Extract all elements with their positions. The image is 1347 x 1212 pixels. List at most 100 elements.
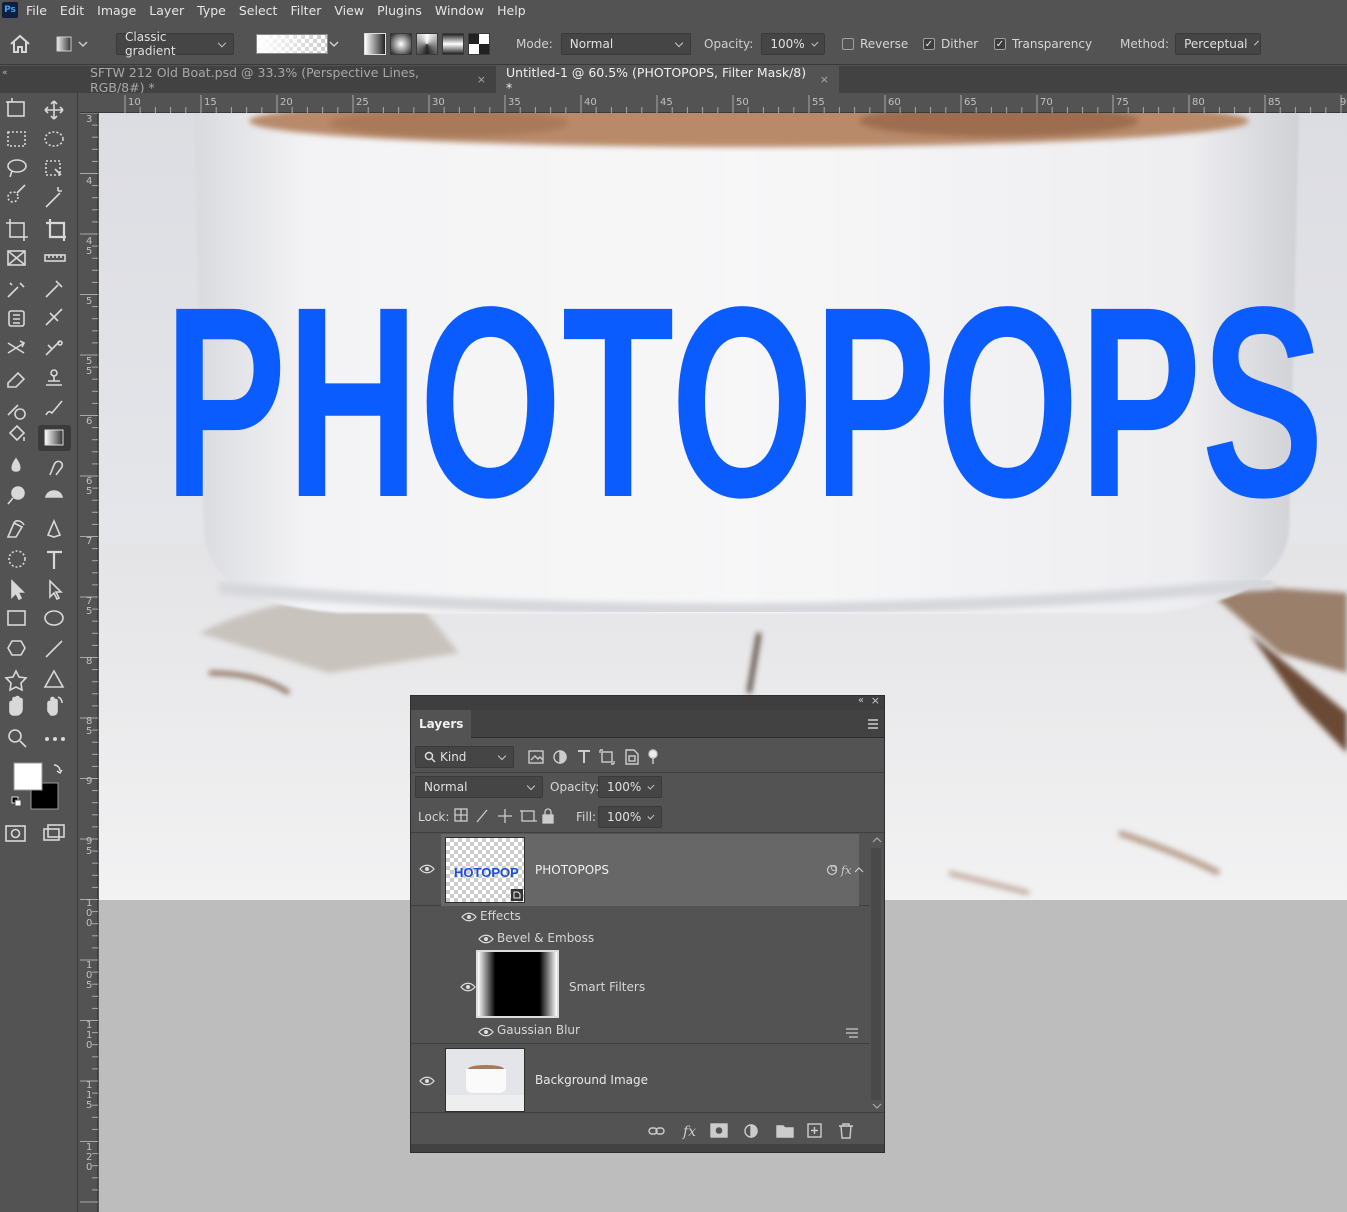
layer-name[interactable]: PHOTOPOPS (535, 863, 609, 877)
collapse-icon[interactable]: « (858, 695, 864, 706)
eye-icon[interactable] (478, 1027, 494, 1037)
direct-selection-icon (49, 579, 63, 601)
bevel-emboss-label: Bevel & Emboss (497, 931, 595, 945)
home-button[interactable] (8, 33, 32, 55)
layer-badges: fx (826, 864, 864, 877)
search-icon (424, 751, 436, 763)
frame-x-icon (7, 250, 26, 266)
ruler-label: 70 (1040, 97, 1053, 108)
scroll-up-icon (872, 837, 882, 843)
reverse-checkbox[interactable]: Reverse (842, 33, 908, 55)
reflected-gradient-button[interactable] (442, 33, 464, 55)
menu-select[interactable]: Select (239, 3, 278, 18)
diamond-gradient-button[interactable] (468, 33, 490, 55)
effects-row[interactable]: Effects (411, 906, 870, 928)
lock-icons (454, 808, 554, 824)
panel-resize-grip[interactable] (411, 1144, 884, 1152)
custom-shape-icon (4, 669, 28, 692)
filter-icons (528, 749, 658, 765)
layer-list-scrollbar[interactable] (870, 834, 884, 1112)
gradient-swatch[interactable] (256, 33, 342, 55)
tool-preset-picker[interactable] (55, 33, 89, 55)
paint-bucket-icon (8, 424, 26, 442)
ruler-label: 1 2 0 (86, 1142, 93, 1173)
dither-checkbox[interactable]: ✓ Dither (923, 33, 978, 55)
angle-gradient-button[interactable] (416, 33, 438, 55)
eyedropper-icon (45, 280, 63, 298)
menu-filter[interactable]: Filter (290, 3, 321, 18)
tab-layers[interactable]: Layers (411, 710, 472, 738)
close-icon[interactable]: × (477, 73, 486, 86)
ruler-label: 85 (1268, 97, 1281, 108)
eye-icon[interactable] (460, 982, 476, 992)
rotate-view-icon (47, 696, 63, 716)
scroll-down-icon (872, 1103, 882, 1109)
layer-filter-dropdown[interactable]: Kind (415, 746, 514, 768)
ruler-label: 35 (508, 97, 521, 108)
ruler-label: 8 (86, 656, 93, 667)
panel-menu-icon[interactable] (866, 718, 880, 730)
ruler-label: 5 5 (86, 356, 93, 377)
lock-all-icon (542, 808, 554, 824)
curvature-pen-icon (6, 520, 25, 538)
menu-layer[interactable]: Layer (149, 3, 184, 18)
opacity-dropdown[interactable]: 100% (761, 33, 826, 55)
lock-position-icon (498, 809, 512, 823)
eye-icon[interactable] (478, 934, 494, 944)
menu-window[interactable]: Window (435, 3, 484, 18)
radial-gradient-button[interactable] (390, 33, 412, 55)
panel-titlebar[interactable]: « × (411, 694, 884, 710)
dither-label: Dither (941, 37, 979, 51)
layers-panel: « × Layers Kind Normal Opacity: 100% Loc… (410, 694, 885, 1153)
reverse-label: Reverse (860, 37, 909, 51)
menu-help[interactable]: Help (497, 3, 526, 18)
ruler-label: 4 5 (86, 236, 93, 257)
eye-icon[interactable] (419, 1076, 435, 1086)
close-icon[interactable]: × (820, 73, 829, 86)
blend-mode-dropdown[interactable]: Normal (415, 776, 543, 798)
tool-icons (4, 98, 71, 842)
transparency-checkbox[interactable]: ✓ Transparency (994, 33, 1092, 55)
ruler-label: 3 (86, 114, 93, 125)
menu-plugins[interactable]: Plugins (377, 3, 422, 18)
layer-name[interactable]: Background Image (535, 1073, 648, 1087)
ruler-label: 1 0 0 (86, 898, 93, 929)
gaussian-blur-row[interactable]: Gaussian Blur (411, 1020, 870, 1044)
fill-dropdown[interactable]: 100% (598, 806, 662, 828)
fill-value: 100% (607, 810, 642, 824)
opacity-label: Opacity: (704, 37, 754, 51)
blending-options-icon[interactable] (845, 1027, 859, 1039)
layer-row-photopops[interactable]: HOTOPOP PHOTOPOPS fx (411, 834, 870, 906)
tab-untitled-1[interactable]: Untitled-1 @ 60.5% (PHOTOPOPS, Filter Ma… (496, 65, 839, 95)
gradient-preset-dropdown[interactable]: Classic gradient (116, 30, 234, 58)
bevel-emboss-row[interactable]: Bevel & Emboss (411, 928, 870, 950)
menu-image[interactable]: Image (97, 3, 136, 18)
eye-icon[interactable] (461, 912, 477, 922)
method-dropdown[interactable]: Perceptual (1175, 33, 1262, 55)
ruler-label: 20 (280, 97, 293, 108)
add-mask-icon (710, 1123, 728, 1138)
menu-view[interactable]: View (334, 3, 364, 18)
path-selection-icon (11, 579, 25, 601)
ruler-label: 1 0 5 (86, 960, 93, 991)
eye-icon[interactable] (419, 864, 435, 874)
menu-edit[interactable]: Edit (60, 3, 84, 18)
menu-file[interactable]: File (26, 3, 47, 18)
mode-label: Mode: (516, 37, 553, 51)
layer-actions: fx (648, 1123, 853, 1140)
filter-mask-thumbnail[interactable] (476, 950, 559, 1018)
mode-dropdown[interactable]: Normal (560, 33, 691, 55)
layers-tab-header: Layers (411, 710, 884, 738)
layer-opacity-dropdown[interactable]: 100% (598, 776, 662, 798)
menu-type[interactable]: Type (197, 3, 226, 18)
smart-filters-row[interactable]: Smart Filters (411, 950, 870, 1020)
background-thumbnail[interactable] (445, 1048, 525, 1112)
lock-label: Lock: (418, 810, 450, 824)
tab-old-boat[interactable]: SFTW 212 Old Boat.psd @ 33.3% (Perspecti… (80, 65, 496, 95)
layer-thumbnail[interactable]: HOTOPOP (445, 837, 525, 903)
linear-gradient-button[interactable] (364, 33, 386, 55)
artboard-tool-icon (6, 98, 25, 117)
collapse-panel-icon[interactable]: « (2, 68, 8, 78)
layer-row-background[interactable]: Background Image (411, 1044, 870, 1112)
close-icon[interactable]: × (871, 694, 880, 707)
